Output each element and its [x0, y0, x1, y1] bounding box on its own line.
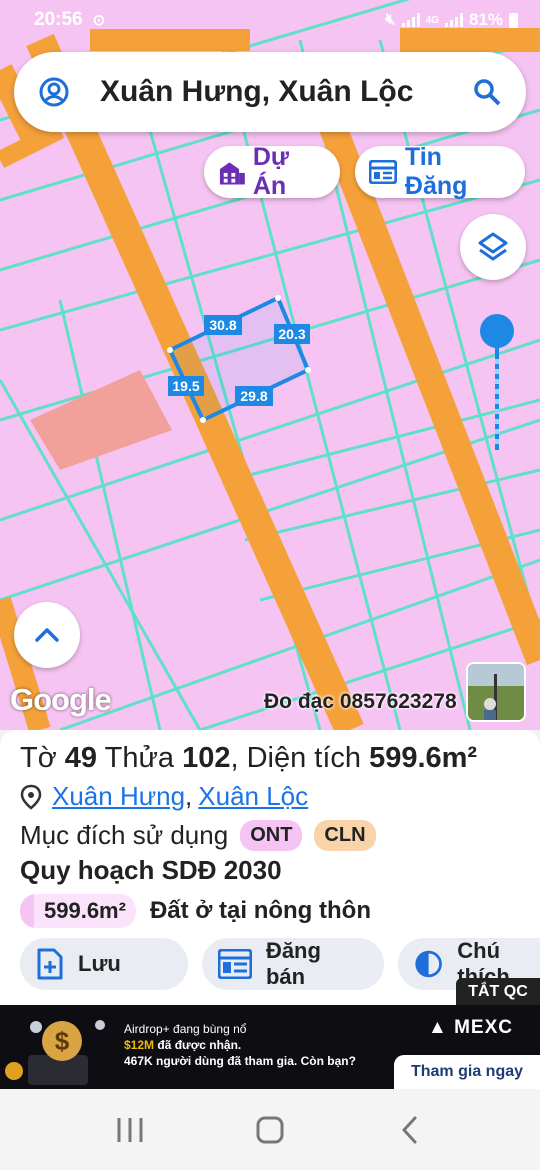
file-add-icon — [37, 948, 63, 980]
search-bar[interactable]: Xuân Hưng, Xuân Lộc — [14, 52, 526, 132]
signal-icon — [401, 13, 420, 27]
du-an-label: Dự Án — [252, 143, 289, 200]
recent-apps-icon — [117, 1117, 143, 1142]
planning-row: 599.6m² Đất ở tại nông thôn — [20, 894, 520, 928]
expand-sheet-button[interactable] — [14, 602, 80, 668]
tin-dang-label: Tin Đăng — [404, 143, 468, 200]
search-icon[interactable] — [472, 77, 502, 107]
land-use-tag-cln[interactable]: CLN — [314, 820, 376, 851]
ad-line-2: $12M đã được nhận. — [124, 1037, 356, 1053]
ward-link[interactable]: Xuân Hưng — [52, 781, 185, 812]
status-bar: 20:56 ⊙ 🔇︎ 4G 81% — [0, 0, 540, 40]
home-button[interactable] — [240, 1105, 300, 1155]
du-an-chip[interactable]: Dự Án — [204, 143, 340, 200]
post-for-sale-label: Đăng bán — [265, 938, 321, 989]
sheet-number: 49 — [64, 742, 98, 774]
listing-icon — [369, 160, 397, 184]
planning-description: Đất ở tại nông thôn — [149, 897, 371, 924]
ad-banner[interactable]: $ Airdrop+ đang bùng nổ $12M đã được nhậ… — [0, 1005, 540, 1089]
land-use-tag-ont[interactable]: ONT — [240, 820, 303, 851]
layers-icon — [478, 232, 508, 261]
save-label: Lưu — [78, 951, 121, 976]
edge-label-bottom: 29.8 — [240, 388, 267, 404]
ad-line-2-rest: đã được nhận. — [154, 1038, 242, 1052]
edge-label-left: 19.5 — [172, 378, 199, 394]
map-credit: Đo đạc 0857623278 — [264, 690, 457, 713]
back-button[interactable] — [380, 1105, 440, 1155]
close-ad-button[interactable]: TẮT QC — [456, 978, 540, 1006]
tin-dang-chip[interactable]: Tin Đăng — [355, 143, 525, 200]
ad-text: Airdrop+ đang bùng nổ $12M đã được nhận.… — [124, 1021, 356, 1069]
location-separator: , — [185, 781, 193, 811]
land-use-row: Mục đích sử dụng ONT CLN — [20, 820, 520, 851]
ad-graphic: $ — [5, 1020, 105, 1085]
district-link[interactable]: Xuân Lộc — [198, 781, 308, 812]
ad-line-1: Airdrop+ đang bùng nổ — [124, 1022, 247, 1036]
parcel-number: 102 — [182, 742, 231, 774]
street-view-image — [468, 664, 524, 720]
area-label: , Diện tích — [230, 742, 362, 774]
battery-icon — [509, 12, 518, 28]
planning-area-badge: 599.6m² — [20, 894, 136, 928]
post-for-sale-button[interactable]: Đăng bán — [202, 938, 384, 990]
ad-brand: ▲ MEXC — [428, 1017, 513, 1038]
ad-line-3: 467K người dùng đã tham gia. Còn bạn? — [124, 1054, 356, 1068]
ad-brand-name: MEXC — [454, 1017, 513, 1038]
mute-icon: 🔇︎ — [385, 11, 396, 28]
recent-apps-button[interactable] — [100, 1105, 160, 1155]
system-nav-bar — [0, 1089, 540, 1170]
edge-label-right: 20.3 — [278, 326, 305, 342]
street-view-thumbnail[interactable] — [466, 662, 526, 722]
ad-amount: $12M — [124, 1038, 155, 1052]
svg-text:$: $ — [55, 1026, 70, 1056]
search-text[interactable]: Xuân Hưng, Xuân Lộc — [100, 75, 472, 109]
edge-label-top: 30.8 — [209, 317, 236, 333]
opacity-slider[interactable] — [480, 314, 514, 454]
network-type: 4G — [425, 14, 439, 26]
land-use-label: Mục đích sử dụng — [20, 820, 229, 850]
home-icon — [256, 1116, 284, 1143]
slider-ticks — [495, 354, 499, 444]
google-logo: Google — [10, 682, 112, 717]
planning-title: Quy hoạch SDĐ 2030 — [20, 855, 282, 885]
signal-icon-2 — [444, 13, 463, 27]
notification-icon: ⊙ — [92, 12, 106, 29]
parcel-location: Xuân Hưng, Xuân Lộc — [20, 781, 520, 812]
account-icon[interactable] — [38, 76, 70, 108]
listing-icon — [218, 949, 252, 979]
status-time: 20:56 — [34, 9, 83, 30]
parcel-summary: Tờ 49 Thửa 102, Diện tích 599.6m² — [20, 742, 520, 775]
area-value: 599.6m² — [369, 742, 478, 774]
battery-percent: 81% — [468, 10, 503, 29]
chevron-up-icon — [35, 628, 59, 642]
save-button[interactable]: Lưu — [20, 938, 188, 990]
slider-handle[interactable] — [480, 314, 514, 348]
sheet-label: Tờ — [20, 742, 57, 774]
building-icon — [219, 162, 245, 185]
contrast-icon — [415, 950, 442, 978]
ad-cta-button[interactable]: Tham gia ngay — [394, 1055, 540, 1089]
parcel-label: Thửa — [104, 742, 174, 774]
location-pin-icon — [20, 784, 42, 810]
back-icon — [402, 1116, 417, 1143]
layers-button[interactable] — [460, 214, 526, 280]
